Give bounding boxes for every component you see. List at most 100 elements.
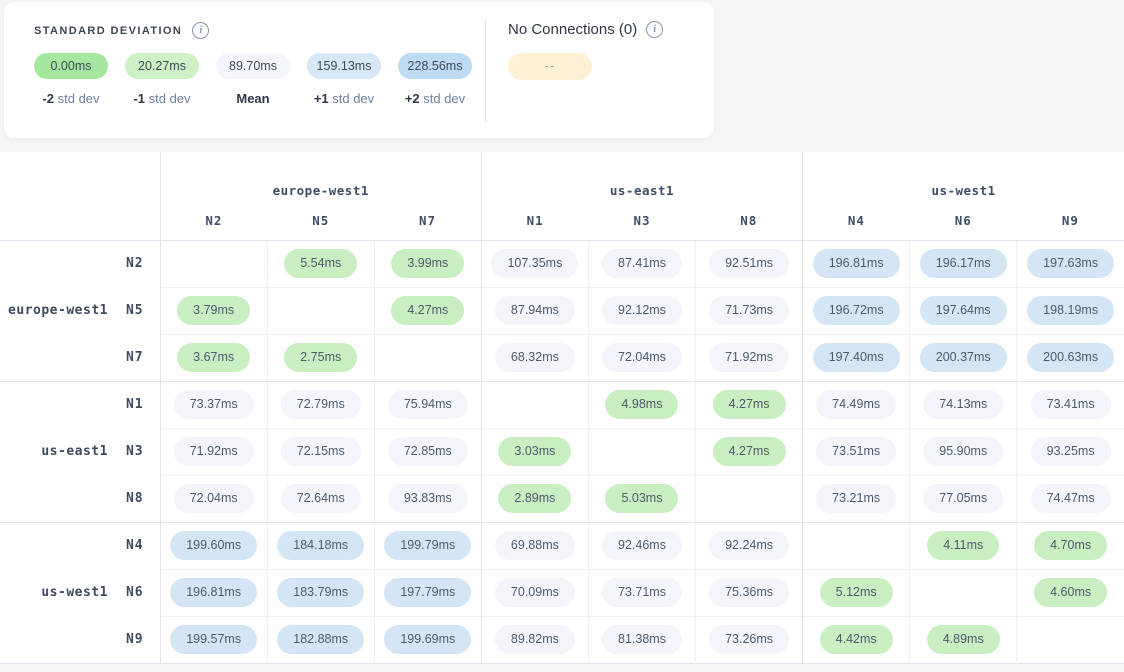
latency-pill[interactable]: 2.75ms bbox=[284, 343, 357, 372]
latency-cell: 92.51ms bbox=[696, 240, 803, 287]
latency-cell: 87.41ms bbox=[588, 240, 695, 287]
std-dev-stop-label: -1 std dev bbox=[125, 91, 199, 106]
row-label-cell: N7 bbox=[0, 334, 160, 381]
latency-pill[interactable]: 2.89ms bbox=[498, 484, 571, 513]
latency-pill[interactable]: 3.67ms bbox=[177, 343, 250, 372]
latency-pill[interactable]: 199.69ms bbox=[384, 625, 471, 654]
latency-pill[interactable]: 183.79ms bbox=[277, 578, 364, 607]
latency-pill[interactable]: 73.71ms bbox=[602, 578, 682, 607]
latency-pill[interactable]: 70.09ms bbox=[495, 578, 575, 607]
latency-pill[interactable]: 4.89ms bbox=[927, 625, 1000, 654]
std-dev-stop-label-bold: -2 bbox=[42, 91, 54, 106]
latency-pill[interactable]: 93.83ms bbox=[388, 484, 468, 513]
latency-pill[interactable]: 72.85ms bbox=[388, 437, 468, 466]
empty-cell bbox=[588, 428, 695, 475]
column-node-header: N3 bbox=[588, 202, 695, 240]
latency-pill[interactable]: 4.70ms bbox=[1034, 531, 1107, 560]
latency-pill[interactable]: 72.64ms bbox=[281, 484, 361, 513]
latency-pill[interactable]: 72.15ms bbox=[281, 437, 361, 466]
latency-cell: 197.40ms bbox=[803, 334, 910, 381]
latency-pill[interactable]: 5.12ms bbox=[820, 578, 893, 607]
no-connections-info-icon[interactable] bbox=[646, 21, 663, 38]
latency-pill[interactable]: 71.92ms bbox=[709, 343, 789, 372]
latency-pill[interactable]: 5.03ms bbox=[605, 484, 678, 513]
latency-pill[interactable]: 4.60ms bbox=[1034, 578, 1107, 607]
std-dev-legend: STANDARD DEVIATION 0.00ms-2 std dev20.27… bbox=[4, 2, 485, 138]
latency-pill[interactable]: 4.27ms bbox=[391, 296, 464, 325]
latency-pill[interactable]: 196.81ms bbox=[170, 578, 257, 607]
latency-pill[interactable]: 107.35ms bbox=[491, 249, 578, 278]
latency-pill[interactable]: 4.27ms bbox=[713, 437, 786, 466]
latency-pill[interactable]: 87.41ms bbox=[602, 249, 682, 278]
latency-pill[interactable]: 199.60ms bbox=[170, 531, 257, 560]
std-dev-stop-pill: 159.13ms bbox=[307, 53, 381, 79]
latency-pill[interactable]: 196.17ms bbox=[920, 249, 1007, 278]
latency-matrix: europe-west1us-east1us-west1N2N5N7N1N3N8… bbox=[0, 152, 1124, 664]
latency-pill[interactable]: 184.18ms bbox=[277, 531, 364, 560]
latency-pill[interactable]: 3.79ms bbox=[177, 296, 250, 325]
latency-pill[interactable]: 4.11ms bbox=[927, 531, 999, 560]
latency-pill[interactable]: 199.79ms bbox=[384, 531, 471, 560]
latency-pill[interactable]: 95.90ms bbox=[923, 437, 1003, 466]
latency-cell: 77.05ms bbox=[910, 475, 1017, 522]
latency-pill[interactable]: 72.79ms bbox=[281, 390, 361, 419]
latency-pill[interactable]: 87.94ms bbox=[495, 296, 575, 325]
latency-pill[interactable]: 200.37ms bbox=[920, 343, 1007, 372]
latency-pill[interactable]: 73.37ms bbox=[174, 390, 254, 419]
latency-pill[interactable]: 5.54ms bbox=[284, 249, 357, 278]
latency-pill[interactable]: 197.64ms bbox=[920, 296, 1007, 325]
latency-pill[interactable]: 199.57ms bbox=[170, 625, 257, 654]
latency-pill[interactable]: 197.40ms bbox=[813, 343, 900, 372]
latency-cell: 197.63ms bbox=[1017, 240, 1124, 287]
latency-pill[interactable]: 92.24ms bbox=[709, 531, 789, 560]
latency-cell: 92.12ms bbox=[588, 287, 695, 334]
latency-pill[interactable]: 197.79ms bbox=[384, 578, 471, 607]
latency-pill[interactable]: 4.27ms bbox=[713, 390, 786, 419]
latency-cell: 5.54ms bbox=[267, 240, 374, 287]
latency-pill[interactable]: 73.41ms bbox=[1031, 390, 1111, 419]
latency-cell: 183.79ms bbox=[267, 569, 374, 616]
latency-pill[interactable]: 198.19ms bbox=[1027, 296, 1114, 325]
latency-pill[interactable]: 69.88ms bbox=[495, 531, 575, 560]
latency-pill[interactable]: 75.94ms bbox=[388, 390, 468, 419]
latency-pill[interactable]: 3.03ms bbox=[498, 437, 571, 466]
latency-pill[interactable]: 196.72ms bbox=[813, 296, 900, 325]
matrix-corner-cell bbox=[0, 152, 160, 240]
latency-cell: 95.90ms bbox=[910, 428, 1017, 475]
latency-pill[interactable]: 196.81ms bbox=[813, 249, 900, 278]
latency-pill[interactable]: 92.46ms bbox=[602, 531, 682, 560]
std-dev-stop: 228.56ms+2 std dev bbox=[398, 53, 472, 106]
latency-cell: 92.46ms bbox=[588, 522, 695, 569]
std-dev-stop: 0.00ms-2 std dev bbox=[34, 53, 108, 106]
latency-pill[interactable]: 71.92ms bbox=[174, 437, 254, 466]
latency-pill[interactable]: 75.36ms bbox=[709, 578, 789, 607]
latency-pill[interactable]: 74.13ms bbox=[923, 390, 1003, 419]
latency-pill[interactable]: 72.04ms bbox=[174, 484, 254, 513]
latency-pill[interactable]: 73.21ms bbox=[816, 484, 896, 513]
std-dev-info-icon[interactable] bbox=[192, 22, 209, 39]
latency-cell: 87.94ms bbox=[481, 287, 588, 334]
latency-pill[interactable]: 92.51ms bbox=[709, 249, 789, 278]
latency-pill[interactable]: 68.32ms bbox=[495, 343, 575, 372]
latency-pill[interactable]: 3.99ms bbox=[391, 249, 464, 278]
latency-pill[interactable]: 71.73ms bbox=[709, 296, 789, 325]
row-node-label: N7 bbox=[126, 350, 144, 365]
latency-cell: 4.27ms bbox=[374, 287, 481, 334]
latency-pill[interactable]: 200.63ms bbox=[1027, 343, 1114, 372]
latency-pill[interactable]: 74.49ms bbox=[816, 390, 896, 419]
latency-pill[interactable]: 4.98ms bbox=[605, 390, 678, 419]
empty-cell bbox=[267, 287, 374, 334]
latency-pill[interactable]: 77.05ms bbox=[923, 484, 1003, 513]
latency-pill[interactable]: 89.82ms bbox=[495, 625, 575, 654]
latency-pill[interactable]: 93.25ms bbox=[1031, 437, 1111, 466]
latency-pill[interactable]: 182.88ms bbox=[277, 625, 364, 654]
latency-pill[interactable]: 197.63ms bbox=[1027, 249, 1114, 278]
latency-pill[interactable]: 92.12ms bbox=[602, 296, 682, 325]
latency-pill[interactable]: 73.51ms bbox=[816, 437, 896, 466]
latency-pill[interactable]: 81.38ms bbox=[602, 625, 682, 654]
latency-pill[interactable]: 73.26ms bbox=[709, 625, 789, 654]
latency-pill[interactable]: 74.47ms bbox=[1031, 484, 1111, 513]
latency-pill[interactable]: 4.42ms bbox=[820, 625, 893, 654]
latency-cell: 72.04ms bbox=[588, 334, 695, 381]
latency-pill[interactable]: 72.04ms bbox=[602, 343, 682, 372]
